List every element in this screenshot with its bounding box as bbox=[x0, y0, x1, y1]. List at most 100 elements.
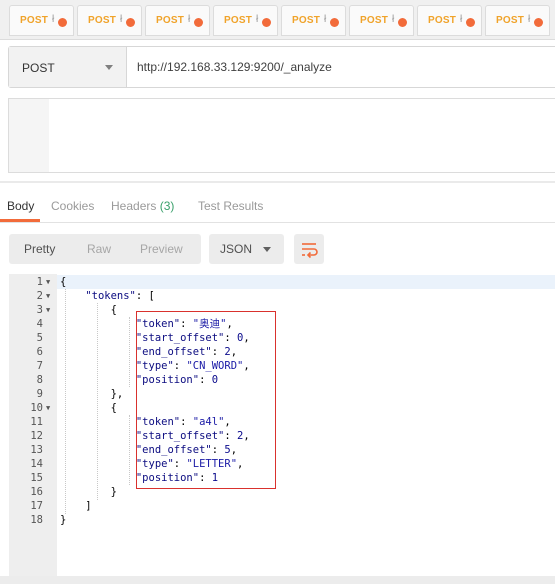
request-tab[interactable]: POST ł bbox=[9, 5, 74, 36]
line-number: 9 bbox=[36, 388, 43, 400]
code-text: "start_offset": 2, bbox=[135, 430, 250, 442]
line-number: 2 bbox=[36, 290, 43, 302]
unsaved-dot-icon bbox=[534, 18, 543, 27]
line-number: 11 bbox=[30, 416, 43, 428]
line-number: 6 bbox=[36, 346, 43, 358]
code-text: { bbox=[60, 304, 117, 316]
request-tab[interactable]: POST ł bbox=[145, 5, 210, 36]
code-line: 9 }, bbox=[9, 387, 555, 401]
request-tab-name: ł bbox=[120, 14, 123, 25]
tab-test-results[interactable]: Test Results bbox=[198, 199, 263, 213]
line-number: 16 bbox=[30, 486, 43, 498]
line-number: 3 bbox=[36, 304, 43, 316]
code-text: "token": "a4l", bbox=[135, 416, 231, 428]
unsaved-dot-icon bbox=[126, 18, 135, 27]
line-number: 13 bbox=[30, 444, 43, 456]
request-tab-method: POST bbox=[292, 15, 321, 26]
request-tab-name: ł bbox=[324, 14, 327, 25]
code-line: 2 ▼ "tokens": [ bbox=[9, 289, 555, 303]
line-number: 8 bbox=[36, 374, 43, 386]
line-number: 12 bbox=[30, 430, 43, 442]
tab-headers[interactable]: Headers (3) bbox=[111, 199, 174, 213]
code-line: 18} bbox=[9, 513, 555, 527]
request-tab-name: ł bbox=[256, 14, 259, 25]
code-line: 7 "type": "CN_WORD", bbox=[9, 359, 555, 373]
line-number: 7 bbox=[36, 360, 43, 372]
response-tabs: Body Cookies Headers (3) Test Results bbox=[0, 184, 555, 223]
request-tab-name: ł bbox=[460, 14, 463, 25]
code-text: "position": 0 bbox=[135, 374, 219, 386]
method-select[interactable]: POST bbox=[9, 47, 127, 87]
pane-divider[interactable] bbox=[0, 181, 555, 183]
fold-toggle-icon[interactable]: ▼ bbox=[46, 303, 50, 317]
code-text: "position": 1 bbox=[135, 472, 219, 484]
request-tab-method: POST bbox=[428, 15, 457, 26]
code-text: "end_offset": 2, bbox=[135, 346, 238, 358]
request-body-editor[interactable] bbox=[8, 98, 555, 173]
view-pretty-button[interactable]: Pretty bbox=[24, 242, 55, 256]
code-line: 8 "position": 0 bbox=[9, 373, 555, 387]
method-select-label: POST bbox=[22, 61, 55, 75]
code-text: "end_offset": 5, bbox=[135, 444, 238, 456]
headers-count-badge: (3) bbox=[159, 199, 175, 213]
wrap-lines-button[interactable] bbox=[294, 234, 324, 264]
fold-toggle-icon[interactable]: ▼ bbox=[46, 401, 50, 415]
tab-headers-label: Headers bbox=[111, 199, 157, 213]
code-line: 1 ▼ { bbox=[9, 275, 555, 289]
request-tab[interactable]: POST ł bbox=[417, 5, 482, 36]
line-number: 1 bbox=[36, 276, 43, 288]
request-tab[interactable]: POST ł bbox=[485, 5, 550, 36]
code-line: 6 "end_offset": 2, bbox=[9, 345, 555, 359]
bottom-scrollbar[interactable] bbox=[0, 576, 555, 584]
line-number: 4 bbox=[36, 318, 43, 330]
request-tab[interactable]: POST ł bbox=[281, 5, 346, 36]
request-tab-method: POST bbox=[496, 15, 525, 26]
request-tab[interactable]: POST ł bbox=[349, 5, 414, 36]
request-tab[interactable]: POST ł bbox=[213, 5, 278, 36]
request-tab-method: POST bbox=[88, 15, 117, 26]
code-text: { bbox=[60, 402, 117, 414]
code-text: ] bbox=[60, 500, 92, 512]
view-raw-button[interactable]: Raw bbox=[87, 242, 111, 256]
code-line: 12 "start_offset": 2, bbox=[9, 429, 555, 443]
fold-toggle-icon[interactable]: ▼ bbox=[46, 275, 50, 289]
tab-cookies[interactable]: Cookies bbox=[51, 199, 94, 213]
code-text: "tokens": [ bbox=[85, 290, 155, 302]
request-tab[interactable]: POST ł bbox=[77, 5, 142, 36]
unsaved-dot-icon bbox=[330, 18, 339, 27]
code-text: { bbox=[60, 276, 67, 288]
request-tab-method: POST bbox=[360, 15, 389, 26]
unsaved-dot-icon bbox=[58, 18, 67, 27]
request-tab-name: ł bbox=[188, 14, 191, 25]
line-number: 14 bbox=[30, 458, 43, 470]
request-tab-method: POST bbox=[20, 15, 49, 26]
fold-toggle-icon[interactable]: ▼ bbox=[46, 289, 50, 303]
chevron-down-icon bbox=[105, 65, 113, 70]
format-select[interactable]: JSON bbox=[209, 234, 284, 264]
format-select-label: JSON bbox=[220, 242, 253, 256]
unsaved-dot-icon bbox=[466, 18, 475, 27]
response-body-viewer[interactable]: 1 ▼{2 ▼ "tokens": [3 ▼ {4 "token": "奥迪", 5 "… bbox=[9, 274, 555, 576]
view-preview-button[interactable]: Preview bbox=[140, 242, 183, 256]
request-tab-method: POST bbox=[156, 15, 185, 26]
code-text: "token": "奥迪", bbox=[135, 318, 233, 330]
url-input[interactable] bbox=[127, 47, 547, 87]
code-line: 10 ▼ { bbox=[9, 401, 555, 415]
code-text: } bbox=[60, 514, 67, 526]
unsaved-dot-icon bbox=[194, 18, 203, 27]
wrap-lines-icon bbox=[302, 243, 318, 259]
response-tabs-divider bbox=[0, 222, 555, 223]
line-number: 15 bbox=[30, 472, 43, 484]
request-tab-method: POST bbox=[224, 15, 253, 26]
line-number: 18 bbox=[30, 514, 43, 526]
code-text: } bbox=[60, 486, 117, 498]
line-number: 17 bbox=[30, 500, 43, 512]
code-line: 14 "type": "LETTER", bbox=[9, 457, 555, 471]
unsaved-dot-icon bbox=[398, 18, 407, 27]
chevron-down-icon bbox=[263, 247, 271, 252]
tab-body[interactable]: Body bbox=[7, 199, 34, 213]
code-line: 3 ▼ { bbox=[9, 303, 555, 317]
line-number: 5 bbox=[36, 332, 43, 344]
code-line: 11 "token": "a4l", bbox=[9, 415, 555, 429]
unsaved-dot-icon bbox=[262, 18, 271, 27]
